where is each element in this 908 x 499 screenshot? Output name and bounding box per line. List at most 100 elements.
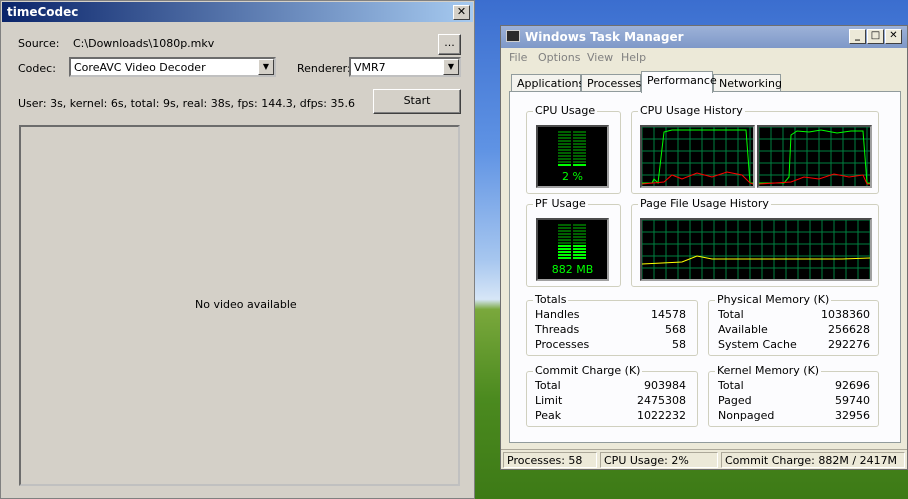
- task-manager-titlebar[interactable]: Windows Task Manager: [501, 26, 907, 48]
- meter-segment: [573, 137, 586, 139]
- meter-segment: [558, 242, 571, 244]
- graph-background: [642, 220, 870, 279]
- stats-text: User: 3s, kernel: 6s, total: 9s, real: 3…: [18, 97, 355, 110]
- cpu-history-graph-core1: [640, 125, 755, 188]
- graph-background: [759, 127, 870, 186]
- meter-segment: [573, 149, 586, 151]
- pf-usage-group: PF Usage 882 MB: [526, 197, 621, 287]
- commit-row-limit: Limit 2475308: [535, 394, 686, 407]
- renderer-value: VMR7: [354, 61, 386, 74]
- tab-applications[interactable]: Applications: [511, 74, 584, 92]
- pf-history-chart: [641, 219, 871, 279]
- menu-view[interactable]: View: [587, 51, 613, 64]
- cpu-usage-value: 2 %: [562, 170, 583, 183]
- pf-history-group: Page File Usage History: [631, 197, 879, 287]
- row-label: Nonpaged: [718, 409, 775, 422]
- menu-help[interactable]: Help: [621, 51, 646, 64]
- timecodec-titlebar[interactable]: timeCodec: [2, 2, 473, 22]
- physical-row-system-cache: System Cache 292276: [718, 338, 870, 351]
- row-value: 58: [672, 338, 686, 351]
- no-video-text: No video available: [195, 298, 297, 311]
- row-label: Peak: [535, 409, 562, 422]
- meter-segment: [558, 155, 571, 157]
- meter-segment: [558, 134, 571, 136]
- meter-segment: [558, 164, 571, 166]
- meter-segment: [573, 224, 586, 226]
- menu-options[interactable]: Options: [538, 51, 580, 64]
- chevron-down-icon[interactable]: ▼: [258, 59, 274, 75]
- meter-segment: [573, 152, 586, 154]
- physical-row-available: Available 256628: [718, 323, 870, 336]
- row-label: Handles: [535, 308, 580, 321]
- row-label: Total: [535, 379, 561, 392]
- browse-button[interactable]: ...: [438, 34, 461, 55]
- video-area[interactable]: No video available: [19, 125, 460, 486]
- minimize-icon[interactable]: _: [849, 29, 866, 44]
- commit-row-peak: Peak 1022232: [535, 409, 686, 422]
- cpu-history-graph-core2: [757, 125, 872, 188]
- row-value: 32956: [835, 409, 870, 422]
- source-path: C:\Downloads\1080p.mkv: [73, 37, 215, 50]
- row-label: Paged: [718, 394, 752, 407]
- performance-panel: CPU Usage 2 % CPU Usage History PF Usage: [509, 91, 901, 443]
- row-label: System Cache: [718, 338, 797, 351]
- meter-segment: [573, 257, 586, 259]
- kernel-row-total: Total 92696: [718, 379, 870, 392]
- meter-segment: [573, 242, 586, 244]
- row-value: 14578: [651, 308, 686, 321]
- meter-segment: [573, 233, 586, 235]
- meter-segment: [558, 143, 571, 145]
- totals-group: Totals Handles 14578 Threads 568 Process…: [526, 293, 698, 356]
- status-cpu-usage: CPU Usage: 2%: [600, 452, 718, 468]
- kernel-row-nonpaged: Nonpaged 32956: [718, 409, 870, 422]
- start-button[interactable]: Start: [373, 89, 461, 114]
- meter-segment: [558, 230, 571, 232]
- cpu-usage-meter: 2 %: [536, 125, 609, 188]
- window-title: timeCodec: [7, 5, 79, 19]
- meter-segment: [573, 161, 586, 163]
- pf-usage-meter: 882 MB: [536, 218, 609, 281]
- cpu-usage-title: CPU Usage: [533, 104, 598, 117]
- cpu-history-chart-1: [641, 126, 754, 186]
- close-icon[interactable]: ✕: [453, 5, 470, 20]
- task-manager-app-icon: [506, 30, 520, 42]
- meter-segment: [558, 161, 571, 163]
- meter-segment: [573, 164, 586, 166]
- meter-segment: [558, 236, 571, 238]
- meter-segment: [573, 248, 586, 250]
- row-value: 59740: [835, 394, 870, 407]
- codec-label: Codec:: [18, 62, 56, 75]
- meter-segment: [558, 233, 571, 235]
- pf-usage-value: 882 MB: [551, 263, 594, 276]
- menu-file[interactable]: File: [509, 51, 527, 64]
- meter-segment: [558, 251, 571, 253]
- maximize-icon[interactable]: □: [867, 29, 884, 44]
- meter-segment: [558, 227, 571, 229]
- meter-segment: [558, 257, 571, 259]
- kernel-memory-title: Kernel Memory (K): [715, 364, 822, 377]
- row-value: 2475308: [637, 394, 686, 407]
- row-label: Processes: [535, 338, 590, 351]
- meter-segment: [558, 245, 571, 247]
- close-icon[interactable]: ✕: [885, 29, 902, 44]
- meter-segment: [573, 236, 586, 238]
- meter-segment: [558, 137, 571, 139]
- meter-segment: [573, 227, 586, 229]
- row-label: Available: [718, 323, 768, 336]
- chevron-down-icon[interactable]: ▼: [443, 59, 459, 75]
- pf-usage-title: PF Usage: [533, 197, 588, 210]
- codec-value: CoreAVC Video Decoder: [74, 61, 206, 74]
- kernel-memory-group: Kernel Memory (K) Total 92696 Paged 5974…: [708, 364, 879, 427]
- tab-networking[interactable]: Networking: [713, 74, 782, 92]
- meter-segment: [573, 155, 586, 157]
- codec-select[interactable]: CoreAVC Video Decoder ▼: [69, 57, 276, 77]
- meter-segment: [573, 146, 586, 148]
- meter-segment: [558, 131, 571, 133]
- tab-processes[interactable]: Processes: [581, 74, 641, 92]
- commit-charge-group: Commit Charge (K) Total 903984 Limit 247…: [526, 364, 698, 427]
- renderer-select[interactable]: VMR7 ▼: [349, 57, 461, 77]
- meter-segment: [558, 158, 571, 160]
- tab-performance[interactable]: Performance: [641, 71, 717, 93]
- row-value: 292276: [828, 338, 870, 351]
- meter-segment: [558, 239, 571, 241]
